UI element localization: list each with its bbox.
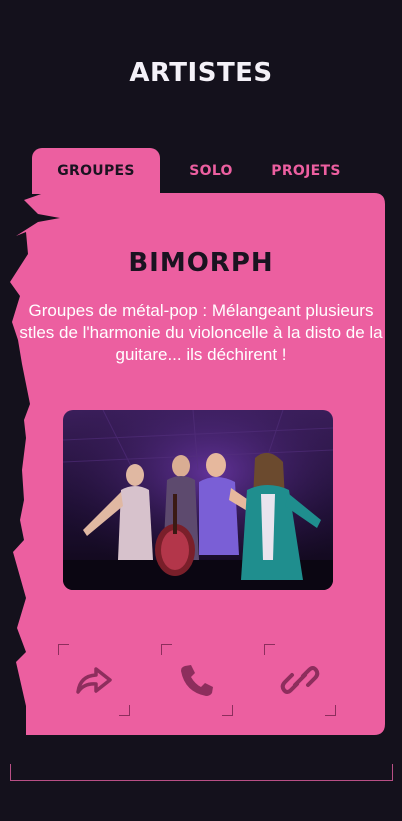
artist-photo [63,410,333,590]
link-icon [280,666,320,694]
artist-name: BIMORPH [128,248,274,278]
share-button[interactable] [58,644,130,716]
share-icon [76,667,112,694]
phone-button[interactable] [161,644,233,716]
bottom-frame [10,764,393,781]
corner-mark [119,705,130,716]
link-button[interactable] [264,644,336,716]
phone-icon [181,665,213,696]
corner-mark [222,705,233,716]
corner-mark [58,644,69,655]
corner-mark [264,644,275,655]
artist-description: Groupes de métal-pop : Mélangeant plusie… [19,301,383,364]
corner-mark [161,644,172,655]
corner-mark [325,705,336,716]
